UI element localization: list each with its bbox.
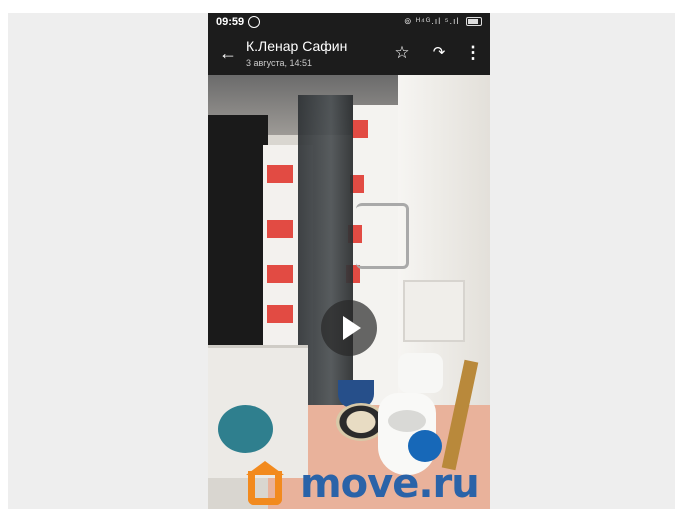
scene-tile: [267, 305, 293, 323]
sender-name: К.Ленар Сафин: [246, 38, 348, 54]
signal-icon: ⊚ ᴴ⁴ᴳ.ıl ⁵.ıl: [404, 16, 460, 26]
more-options-icon[interactable]: ⋮: [463, 42, 483, 64]
status-indicators: ⊚ ᴴ⁴ᴳ.ıl ⁵.ıl: [404, 16, 482, 27]
scene-towel-rail: [356, 203, 409, 269]
scene-access-panel: [403, 280, 465, 342]
scene-toilet-tank: [398, 353, 443, 393]
forward-icon[interactable]: ↷: [428, 42, 450, 64]
scene-tile: [267, 265, 293, 283]
watermark-text: move.ru: [300, 461, 480, 507]
back-button[interactable]: ←: [216, 41, 240, 65]
play-icon[interactable]: [321, 300, 377, 356]
scene-basin: [218, 405, 273, 453]
status-time: 09:59: [216, 16, 245, 28]
scene-tile: [352, 120, 368, 138]
scene-blue-bin: [408, 430, 442, 462]
house-icon: [248, 471, 282, 505]
battery-icon: [466, 17, 482, 27]
phone-screen: 09:59 ⊚ ᴴ⁴ᴳ.ıl ⁵.ıl ← К.Ленар Сафин 3 ав…: [208, 13, 490, 509]
whatsapp-icon: [248, 16, 260, 28]
star-icon[interactable]: ☆: [391, 42, 413, 64]
scene-toilet-seat: [388, 410, 426, 432]
status-bar: 09:59 ⊚ ᴴ⁴ᴳ.ıl ⁵.ıl: [208, 13, 490, 33]
scene-tile: [267, 165, 293, 183]
video-preview[interactable]: move.ru: [208, 75, 490, 509]
scene-tile: [267, 220, 293, 238]
media-app-bar: ← К.Ленар Сафин 3 августа, 14:51 ☆ ↷ ⋮: [208, 33, 490, 75]
message-timestamp: 3 августа, 14:51: [246, 58, 313, 68]
